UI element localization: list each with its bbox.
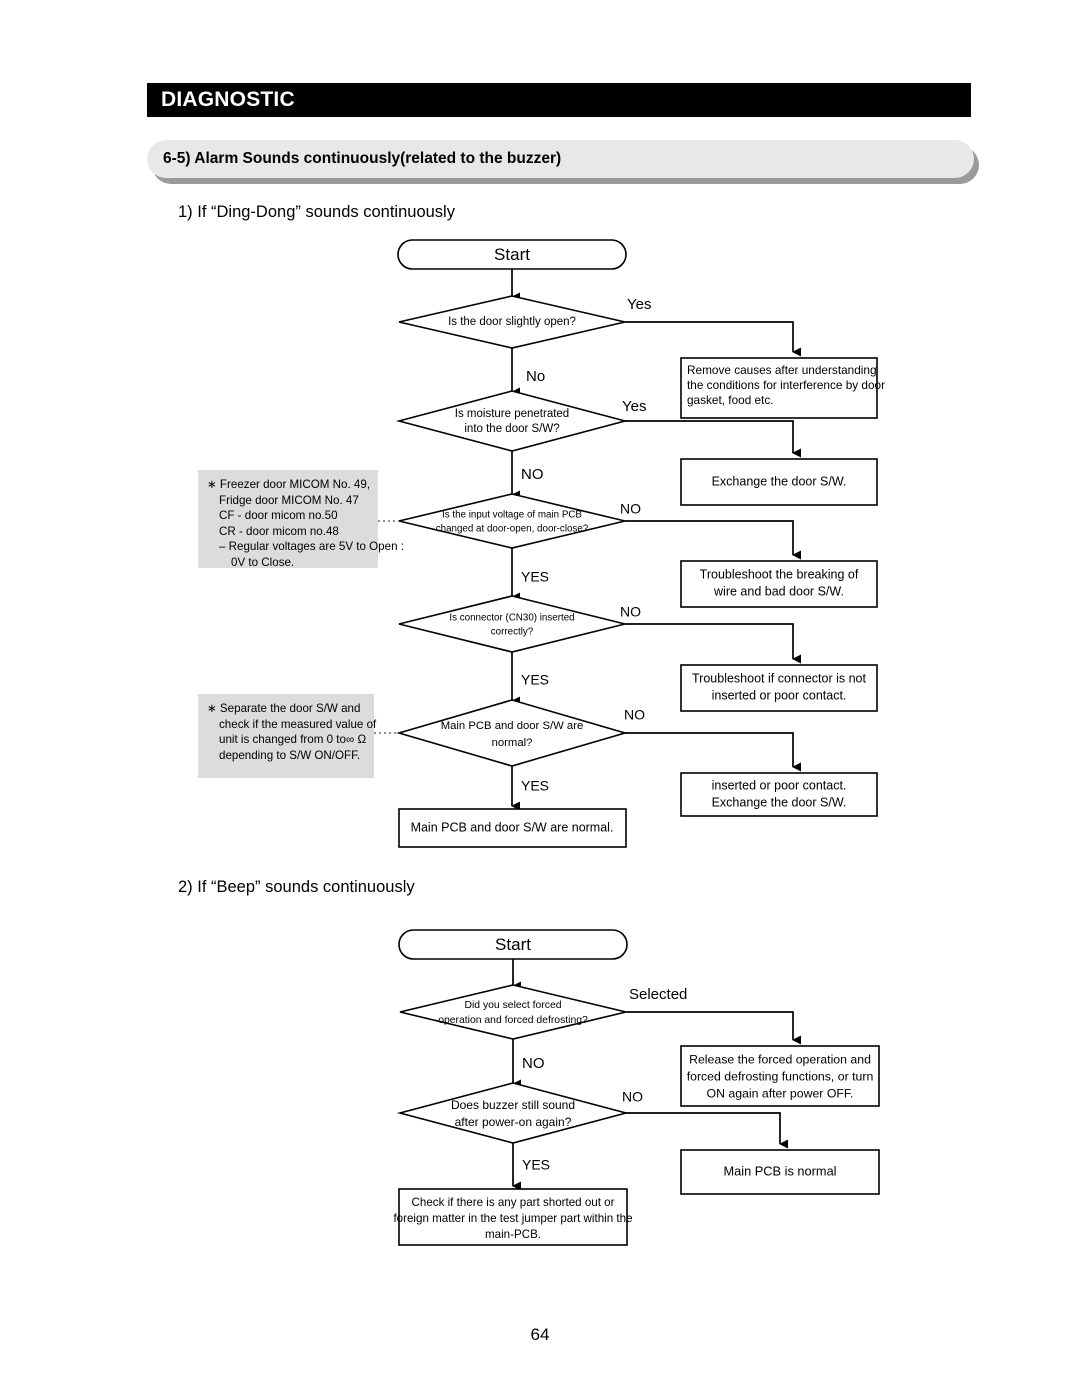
flow2-decision-e1-line-1: operation and forced defrosting?	[438, 1015, 588, 1026]
flow2-terminal-line-0: Check if there is any part shorted out o…	[412, 1196, 615, 1209]
flow2-decision-e2-line-1: after power-on again?	[455, 1115, 572, 1129]
flow2-action-b2-line-0: Main PCB is normal	[723, 1163, 836, 1178]
flow2-decision-e2-yes-label: NO	[622, 1089, 643, 1105]
flow2-decision-e1-yes-label: Selected	[629, 986, 687, 1003]
flow2-decision-e1-line-0: Did you select forced	[464, 1000, 561, 1011]
note-2-line-1: check if the measured value of	[219, 717, 377, 731]
flow2-action-b1-line-1: forced defrosting functions, or turn	[687, 1069, 874, 1083]
flow2-decision-e1	[399, 984, 627, 1040]
flow2-start-label: Start	[495, 935, 531, 954]
note-2-line-0: ∗ Separate the door S/W and	[207, 702, 361, 715]
flow2-connector-e1-b1	[626, 1011, 801, 1045]
flow2-terminal-line-1: foreign matter in the test jumper part w…	[393, 1212, 632, 1225]
note-box-micom-numbers: ∗ Freezer door MICOM No. 49, Fridge door…	[198, 470, 404, 569]
note-2-line-3: depending to S/W ON/OFF.	[219, 748, 361, 762]
flow2-terminal-line-2: main-PCB.	[485, 1228, 541, 1241]
note-1-line-3: CR - door micom no.48	[219, 524, 339, 538]
note-1-line-1: Fridge door MICOM No. 47	[219, 493, 359, 507]
flow2-decision-e2-line-0: Does buzzer still sound	[451, 1098, 575, 1112]
flow2-connector-e2-b2	[626, 1112, 788, 1149]
flowchart-beep: Start Did you select forced operation an…	[393, 929, 880, 1246]
note-1-line-5: 0V to Close.	[231, 555, 295, 569]
note-box-door-switch-measure: ∗ Separate the door S/W and check if the…	[198, 694, 377, 778]
note-1-line-2: CF - door micom no.50	[219, 509, 338, 523]
flow2-decision-e2	[396, 1082, 630, 1144]
flow2-decision-e2-no-label: YES	[522, 1157, 550, 1173]
flow2-decision-e1-no-label: NO	[522, 1055, 545, 1072]
note-1-line-4: – Regular voltages are 5V to Open :	[219, 540, 404, 554]
flow2-action-b1-line-0: Release the forced operation and	[689, 1052, 871, 1066]
page-number: 64	[530, 1325, 550, 1344]
note-2-line-2: unit is changed from 0 to∞ Ω	[219, 733, 367, 747]
note-1-line-0: ∗ Freezer door MICOM No. 49,	[207, 478, 371, 491]
flow2-action-b1-line-2: ON again after power OFF.	[707, 1086, 854, 1100]
